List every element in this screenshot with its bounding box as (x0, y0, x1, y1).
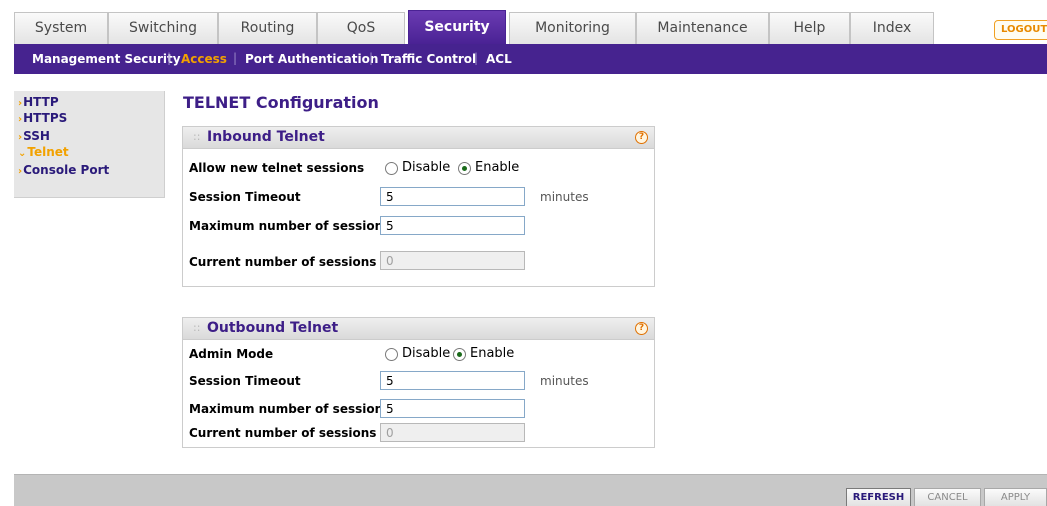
menu-item-label: HTTP (23, 95, 59, 109)
grip-icon: :: (193, 130, 201, 143)
inbound-current-sessions-field (380, 251, 525, 270)
tab-switching[interactable]: Switching (108, 12, 218, 44)
admin-enable-label: Enable (470, 346, 515, 361)
timeout-unit: minutes (540, 374, 589, 388)
tab-routing[interactable]: Routing (218, 12, 317, 44)
sub-navigation: Management Security | Access | Port Auth… (14, 44, 1047, 74)
subnav-traffic-control[interactable]: Traffic Control (381, 52, 476, 66)
panel-title: Outbound Telnet (207, 320, 339, 336)
inbound-telnet-panel: :: Inbound Telnet ? Allow new telnet ses… (182, 126, 655, 287)
session-timeout-label: Session Timeout (189, 374, 301, 388)
help-icon[interactable]: ? (635, 322, 648, 335)
refresh-button[interactable]: REFRESH (846, 488, 911, 506)
subnav-separator: | (167, 51, 172, 65)
menu-item-label: Console Port (23, 163, 110, 177)
logout-button[interactable]: LOGOUT (994, 20, 1047, 40)
menu-item-label: Telnet (27, 145, 69, 159)
admin-mode-label: Admin Mode (189, 347, 274, 361)
tab-security[interactable]: Security (408, 10, 506, 44)
action-bar: REFRESH CANCEL APPLY (14, 474, 1047, 506)
help-icon[interactable]: ? (635, 131, 648, 144)
menu-item-label: HTTPS (23, 111, 68, 125)
panel-header: :: Inbound Telnet ? (183, 127, 654, 149)
outbound-telnet-panel: :: Outbound Telnet ? Admin Mode Disable … (182, 317, 655, 448)
menu-item-https[interactable]: ›HTTPS (18, 111, 67, 125)
max-sessions-label: Maximum number of sessions (189, 219, 391, 233)
subnav-separator: | (369, 51, 374, 65)
tab-maintenance[interactable]: Maintenance (636, 12, 769, 44)
cancel-button[interactable]: CANCEL (914, 488, 981, 506)
chevron-right-icon: › (18, 114, 23, 125)
chevron-down-icon: ⌄ (18, 148, 27, 159)
outbound-current-sessions-field (380, 423, 525, 442)
admin-disable-radio[interactable] (385, 348, 398, 361)
timeout-unit: minutes (540, 190, 589, 204)
menu-item-ssh[interactable]: ›SSH (18, 129, 50, 143)
allow-enable-label: Enable (475, 160, 520, 175)
outbound-max-sessions-input[interactable] (380, 399, 525, 418)
subnav-separator: | (233, 51, 238, 65)
menu-item-telnet[interactable]: ⌄Telnet (18, 145, 69, 159)
subnav-acl[interactable]: ACL (486, 52, 512, 66)
outbound-session-timeout-input[interactable] (380, 371, 525, 390)
apply-button[interactable]: APPLY (984, 488, 1047, 506)
page-title: TELNET Configuration (183, 93, 379, 112)
chevron-right-icon: › (18, 166, 23, 177)
admin-disable-label: Disable (402, 346, 451, 361)
left-menu: ›HTTP ›HTTPS ›SSH ⌄Telnet ›Console Port (14, 91, 165, 198)
chevron-right-icon: › (18, 132, 23, 143)
tab-help[interactable]: Help (769, 12, 850, 44)
grip-icon: :: (193, 321, 201, 334)
tab-system[interactable]: System (14, 12, 108, 44)
current-sessions-label: Current number of sessions (189, 426, 377, 440)
panel-header: :: Outbound Telnet ? (183, 318, 654, 340)
session-timeout-label: Session Timeout (189, 190, 301, 204)
subnav-management-security[interactable]: Management Security (32, 52, 181, 66)
tab-qos[interactable]: QoS (317, 12, 405, 44)
inbound-max-sessions-input[interactable] (380, 216, 525, 235)
top-tab-bar: System Switching Routing QoS Security Mo… (0, 0, 1047, 44)
allow-disable-label: Disable (402, 160, 451, 175)
tab-monitoring[interactable]: Monitoring (509, 12, 636, 44)
tab-index[interactable]: Index (850, 12, 934, 44)
allow-enable-radio[interactable] (458, 162, 471, 175)
max-sessions-label: Maximum number of sessions (189, 402, 391, 416)
subnav-port-authentication[interactable]: Port Authentication (245, 52, 378, 66)
allow-disable-radio[interactable] (385, 162, 398, 175)
admin-enable-radio[interactable] (453, 348, 466, 361)
allow-sessions-label: Allow new telnet sessions (189, 161, 365, 175)
current-sessions-label: Current number of sessions (189, 255, 377, 269)
menu-item-http[interactable]: ›HTTP (18, 95, 59, 109)
chevron-right-icon: › (18, 98, 23, 109)
subnav-separator: | (474, 51, 479, 65)
subnav-access[interactable]: Access (181, 52, 227, 66)
menu-item-label: SSH (23, 129, 50, 143)
inbound-session-timeout-input[interactable] (380, 187, 525, 206)
panel-title: Inbound Telnet (207, 129, 325, 145)
menu-item-console-port[interactable]: ›Console Port (18, 163, 109, 177)
